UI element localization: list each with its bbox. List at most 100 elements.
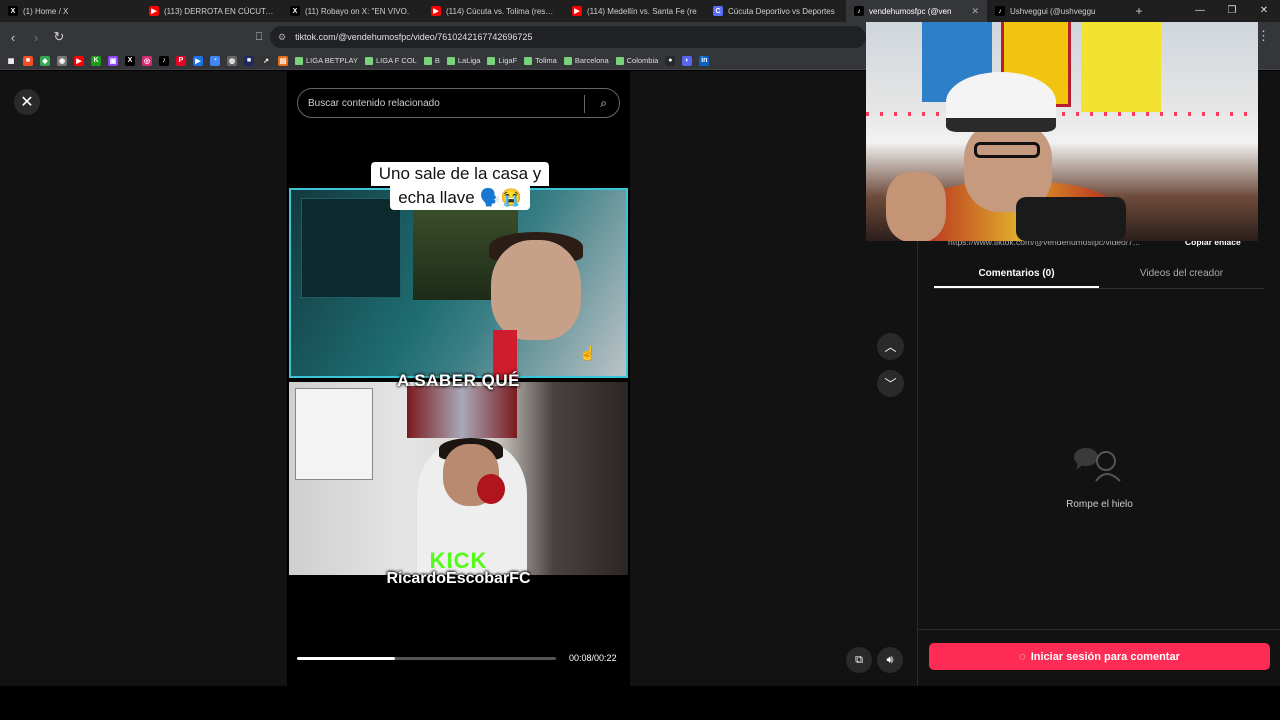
forward-icon[interactable]: › bbox=[26, 30, 46, 45]
tiktok-icon: ♪ bbox=[854, 6, 864, 16]
close-window-icon[interactable]: ✕ bbox=[1248, 0, 1280, 22]
minimize-icon[interactable]: — bbox=[1184, 0, 1216, 22]
related-search-input[interactable]: Buscar contenido relacionado ⌕ bbox=[297, 88, 620, 118]
volume-button[interactable]: 🔊︎ bbox=[877, 647, 903, 673]
browser-tab[interactable]: X (1) Home / X bbox=[0, 0, 141, 22]
wall-jersey-yellow bbox=[1081, 22, 1161, 112]
tab-title: Ushveggui (@ushveggu bbox=[1010, 6, 1096, 16]
youtube-icon: ▶ bbox=[572, 6, 582, 16]
twitch-icon[interactable]: ▣ bbox=[108, 55, 118, 66]
tiktok-icon[interactable]: ♪ bbox=[159, 55, 169, 66]
dark-app-icon[interactable]: ■ bbox=[244, 55, 254, 66]
login-to-comment-button[interactable]: ◌ Iniciar sesión para comentar bbox=[929, 643, 1270, 670]
globe-icon[interactable]: ◍ bbox=[227, 55, 237, 66]
instagram-icon[interactable]: ◎ bbox=[142, 55, 152, 66]
pie-icon[interactable]: ◔ bbox=[210, 55, 220, 66]
chevron-up-icon: ︿ bbox=[884, 340, 897, 354]
folder-icon bbox=[487, 56, 496, 65]
reload-icon[interactable]: ↻ bbox=[49, 29, 69, 45]
maps-icon[interactable]: ◆ bbox=[40, 55, 50, 66]
youtube-icon: ▶ bbox=[149, 6, 159, 16]
browser-tab[interactable]: ♪ vendehumosfpc (@ven ✕ bbox=[846, 0, 987, 22]
chevron-down-icon: ﹀ bbox=[884, 377, 897, 391]
back-icon[interactable]: ‹ bbox=[3, 30, 23, 45]
browser-tab[interactable]: X (11) Robayo on X: "EN VIVO. bbox=[282, 0, 423, 22]
tab-title: (113) DERROTA EN CÚCUTA - bbox=[164, 6, 274, 16]
pinterest-icon[interactable]: P bbox=[176, 55, 186, 66]
streamer-glasses bbox=[974, 142, 1040, 158]
streamer-face bbox=[491, 240, 581, 340]
video-timecode: 00:08/00:22 bbox=[569, 653, 617, 663]
close-tab-icon[interactable]: ✕ bbox=[971, 6, 979, 17]
github-icon[interactable]: ● bbox=[665, 55, 676, 66]
blue-app-icon[interactable]: ▶ bbox=[193, 55, 203, 66]
bookmark-folder-label: Barcelona bbox=[574, 56, 609, 65]
x-logo-icon[interactable]: X bbox=[125, 55, 135, 66]
led-lights bbox=[866, 112, 1258, 116]
bookmark-folder-label: Colombia bbox=[626, 56, 659, 65]
url-bar[interactable]: ⚙ tiktok.com/@vendehumosfpc/video/761024… bbox=[270, 26, 866, 48]
search-icon[interactable]: ⌕ bbox=[600, 96, 607, 111]
time-current: 00:08 bbox=[569, 653, 592, 663]
arrow-icon[interactable]: ↗ bbox=[261, 55, 271, 66]
folder-icon bbox=[295, 56, 303, 65]
discord-icon[interactable]: ◐ bbox=[682, 55, 693, 66]
webcam-overlay bbox=[866, 22, 1258, 241]
browser-menu-icon[interactable]: ⋮ bbox=[1257, 28, 1270, 44]
browser-tab[interactable]: ▶ (114) Medellín vs. Santa Fe (re bbox=[564, 0, 705, 22]
bookmark-folder[interactable]: Colombia bbox=[615, 56, 659, 65]
channel-name: RicardoEscobarFC bbox=[386, 570, 531, 587]
browser-tab[interactable]: C Cúcuta Deportivo vs Deportes bbox=[705, 0, 846, 22]
empty-comments-text: Rompe el hielo bbox=[1066, 499, 1133, 510]
bookmark-star-icon[interactable]: ⎕ bbox=[249, 31, 269, 44]
picture-in-picture-button[interactable]: ⧉ bbox=[846, 647, 872, 673]
video-player[interactable]: Buscar contenido relacionado ⌕ ☝ Uno sal… bbox=[287, 71, 630, 686]
folder-icon bbox=[446, 56, 455, 65]
youtube-icon[interactable]: ▶ bbox=[74, 55, 84, 66]
time-total: 00:22 bbox=[594, 653, 617, 663]
new-tab-button[interactable]: + bbox=[1128, 4, 1150, 18]
tab-title: (11) Robayo on X: "EN VIVO. bbox=[305, 6, 410, 16]
next-video-button[interactable]: ﹀ bbox=[877, 370, 904, 397]
shop-icon[interactable]: ▤ bbox=[278, 55, 288, 66]
bookmark-folder-label: Tolima bbox=[535, 56, 557, 65]
browser-tab[interactable]: ▶ (113) DERROTA EN CÚCUTA - bbox=[141, 0, 282, 22]
folder-icon bbox=[524, 56, 533, 65]
tab-comments[interactable]: Comentarios (0) bbox=[934, 261, 1099, 288]
bookmark-folder[interactable]: LigaF bbox=[487, 56, 517, 65]
microphone bbox=[1016, 197, 1126, 241]
bookmark-folder-label: LigaF bbox=[498, 56, 518, 65]
comment-bubble-icon: ◌ bbox=[1019, 650, 1026, 663]
streamer-cap bbox=[946, 72, 1056, 132]
linkedin-icon[interactable]: in bbox=[699, 55, 710, 66]
bookmark-folder[interactable]: LIGA BETPLAY bbox=[295, 56, 358, 65]
x-logo-icon: X bbox=[8, 6, 18, 16]
browser-tab[interactable]: ▶ (114) Cúcuta vs. Tolima (resum bbox=[423, 0, 564, 22]
bookmark-folder-label: B bbox=[434, 56, 440, 65]
red-ball bbox=[477, 474, 505, 504]
video-progress-bar[interactable] bbox=[297, 657, 556, 660]
maximize-icon[interactable]: ❐ bbox=[1216, 0, 1248, 22]
apps-grid-icon[interactable]: ▦ bbox=[6, 55, 16, 66]
close-video-button[interactable]: ✕ bbox=[14, 89, 40, 115]
bookmark-folder[interactable]: Barcelona bbox=[563, 56, 609, 65]
kick-icon[interactable]: K bbox=[91, 55, 101, 66]
framed-jersey bbox=[295, 388, 373, 480]
previous-video-button[interactable]: ︿ bbox=[877, 333, 904, 360]
bookmark-folder[interactable]: Tolima bbox=[524, 56, 557, 65]
video-frame-top: ☝ bbox=[289, 188, 628, 380]
search-divider bbox=[584, 95, 585, 113]
panel-tabs: Comentarios (0) Videos del creador bbox=[934, 261, 1264, 289]
browser-tab[interactable]: ♪ Ushveggui (@ushveggu bbox=[987, 0, 1128, 22]
site-info-icon[interactable]: ⚙ bbox=[278, 32, 286, 43]
caption-line-2: echa llave 🗣️😭 bbox=[390, 186, 530, 210]
chrome-icon[interactable]: ◉ bbox=[57, 55, 67, 66]
bookmark-folder[interactable]: B bbox=[423, 56, 440, 65]
empty-comments-icon bbox=[1074, 448, 1121, 482]
bookmark-folder[interactable]: LaLiga bbox=[446, 56, 480, 65]
microsoft-icon[interactable]: ■ bbox=[23, 55, 33, 66]
bookmark-folder[interactable]: LIGA F COL bbox=[364, 56, 417, 65]
url-text: tiktok.com/@vendehumosfpc/video/76102421… bbox=[295, 32, 533, 42]
tab-creator-videos[interactable]: Videos del creador bbox=[1099, 261, 1264, 288]
page-icon: C bbox=[713, 6, 723, 16]
